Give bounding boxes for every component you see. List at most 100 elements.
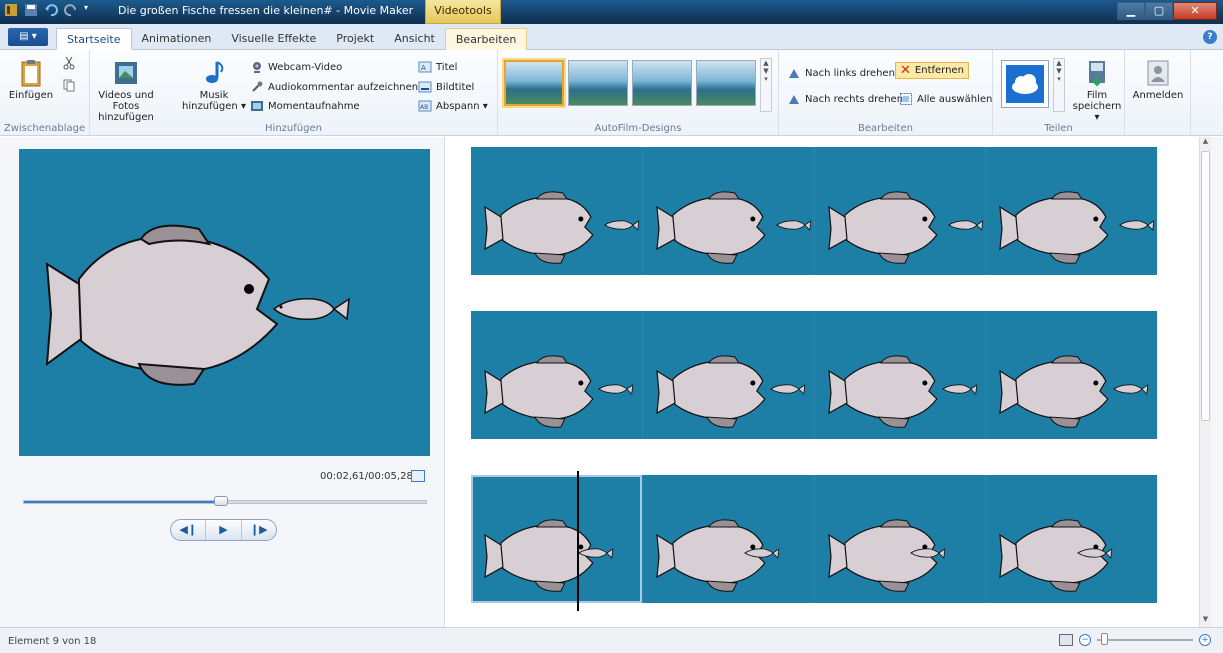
clip-frame-thumbnail[interactable]: [642, 311, 815, 439]
add-music-button[interactable]: Musik hinzufügen ▾: [182, 58, 246, 112]
clip-frame-thumbnail[interactable]: [986, 147, 1157, 275]
previous-frame-button[interactable]: ◀❙: [171, 520, 207, 540]
tab-visuelle-effekte[interactable]: Visuelle Effekte: [221, 28, 326, 50]
group-label-themes: AutoFilm-Designs: [594, 123, 682, 134]
ribbon: Einfügen Zwischenablage Videos und Fotos…: [0, 50, 1223, 136]
clip-strip[interactable]: [471, 311, 1157, 439]
cloud-icon: [1006, 65, 1044, 103]
theme-thumbnail[interactable]: [504, 60, 564, 106]
zoom-thumb[interactable]: [1101, 633, 1108, 645]
clip-frame-thumbnail[interactable]: [642, 475, 815, 603]
workspace: 00:02,61/00:05,28 ◀❙ ▶ ❙▶ ▲ ▼: [0, 137, 1223, 627]
clip-frame-thumbnail[interactable]: [986, 475, 1157, 603]
clip-frame-thumbnail[interactable]: [986, 311, 1157, 439]
theme-thumbnail[interactable]: [568, 60, 628, 106]
copy-icon[interactable]: [62, 78, 76, 92]
thumbnail-size-icon[interactable]: [1059, 634, 1073, 646]
remove-button[interactable]: ✕ Entfernen: [895, 62, 969, 79]
group-automovie-themes: ▲ ▼ ▾ AutoFilm-Designs: [498, 50, 779, 136]
preview-frame-image: [19, 149, 430, 456]
tab-ansicht[interactable]: Ansicht: [384, 28, 445, 50]
play-button[interactable]: ▶: [206, 520, 242, 540]
film-photo-icon: [111, 58, 141, 88]
playhead[interactable]: [577, 471, 579, 611]
vertical-scrollbar[interactable]: ▲ ▼: [1199, 137, 1211, 627]
maximize-button[interactable]: ▢: [1145, 2, 1173, 20]
scroll-down-icon[interactable]: ▼: [1200, 615, 1211, 627]
zoom-out-button[interactable]: −: [1079, 634, 1091, 646]
help-icon[interactable]: ?: [1203, 30, 1217, 44]
zoom-slider[interactable]: [1097, 633, 1193, 645]
video-preview[interactable]: [19, 149, 430, 456]
rotate-left-button[interactable]: Nach links drehen: [787, 66, 895, 80]
scroll-thumb[interactable]: [1201, 151, 1210, 421]
share-gallery-scroll[interactable]: ▲ ▼ ▾: [1053, 58, 1065, 112]
clipboard-icon: [16, 58, 46, 88]
app-icon[interactable]: [4, 3, 18, 17]
save-movie-button[interactable]: Film speichern ▾: [1071, 58, 1123, 123]
timecode: 00:02,61/00:05,28: [320, 471, 413, 482]
film-save-icon: [1082, 58, 1112, 88]
clip-frame-thumbnail[interactable]: [814, 475, 987, 603]
clip-frame-thumbnail[interactable]: [814, 147, 987, 275]
title-bar: ▾ Die großen Fische fressen die kleinen#…: [0, 0, 1223, 24]
select-all-button[interactable]: Alle auswählen: [899, 92, 992, 106]
credits-icon: AB: [418, 100, 432, 112]
credits-button[interactable]: AB Abspann ▾: [418, 99, 488, 113]
tab-bearbeiten[interactable]: Bearbeiten: [444, 28, 528, 50]
paste-button[interactable]: Einfügen: [8, 58, 54, 101]
playback-controls: ◀❙ ▶ ❙▶: [170, 519, 277, 541]
redo-icon[interactable]: [64, 3, 78, 17]
caption-button[interactable]: Bildtitel: [418, 80, 474, 94]
group-add: Videos und Fotos hinzufügen Musik hinzuf…: [90, 50, 498, 136]
status-bar: Element 9 von 18 − +: [0, 627, 1223, 653]
undo-icon[interactable]: [44, 3, 58, 17]
rotate-right-icon: [789, 95, 799, 104]
music-note-icon: [199, 58, 229, 88]
fullscreen-icon[interactable]: [411, 470, 425, 482]
theme-thumbnail[interactable]: [696, 60, 756, 106]
clip-frame-thumbnail[interactable]: [471, 311, 643, 439]
title-icon: A: [418, 61, 432, 73]
seek-thumb[interactable]: [213, 496, 228, 506]
clip-frame-thumbnail[interactable]: [471, 147, 643, 275]
snapshot-button[interactable]: Momentaufnahme: [250, 99, 360, 113]
rotate-right-button[interactable]: Nach rechts drehen: [787, 92, 903, 106]
zoom-in-button[interactable]: +: [1199, 634, 1211, 646]
add-videos-photos-button[interactable]: Videos und Fotos hinzufügen: [94, 58, 158, 123]
close-button[interactable]: ✕: [1173, 2, 1217, 20]
onedrive-share-button[interactable]: [1001, 60, 1049, 108]
customize-qat-icon[interactable]: ▾: [84, 3, 92, 17]
clip-frame-thumbnail[interactable]: [642, 147, 815, 275]
tab-animationen[interactable]: Animationen: [132, 28, 222, 50]
group-share: ▲ ▼ ▾ Film speichern ▾ Teilen: [993, 50, 1125, 136]
clip-frame-thumbnail[interactable]: [814, 311, 987, 439]
remove-icon: ✕: [900, 63, 911, 78]
file-menu-button[interactable]: ▤ ▾: [8, 28, 48, 46]
svg-text:A: A: [421, 64, 426, 72]
tab-startseite[interactable]: Startseite: [56, 28, 132, 50]
webcam-icon: [253, 62, 261, 73]
gallery-scroll[interactable]: ▲ ▼ ▾: [760, 58, 772, 112]
user-icon: [1143, 58, 1173, 88]
snapshot-icon: [251, 101, 263, 111]
seek-progress: [24, 501, 222, 503]
tab-projekt[interactable]: Projekt: [326, 28, 384, 50]
ribbon-tabs: ▤ ▾ Startseite Animationen Visuelle Effe…: [0, 24, 1223, 50]
group-label-clipboard: Zwischenablage: [3, 123, 86, 134]
storyboard[interactable]: ▲ ▼: [445, 137, 1211, 627]
group-signin: Anmelden: [1125, 50, 1191, 136]
record-narration-button[interactable]: Audiokommentar aufzeichnen ▾: [250, 80, 426, 94]
scroll-up-icon[interactable]: ▲: [1200, 137, 1211, 149]
theme-thumbnail[interactable]: [632, 60, 692, 106]
sign-in-button[interactable]: Anmelden: [1131, 58, 1185, 101]
cut-icon[interactable]: [62, 56, 76, 70]
minimize-button[interactable]: ▁: [1117, 2, 1145, 20]
context-tab-videotools: Videotools: [425, 0, 501, 24]
next-frame-button[interactable]: ❙▶: [242, 520, 276, 540]
svg-text:AB: AB: [420, 104, 428, 111]
webcam-video-button[interactable]: Webcam-Video: [250, 60, 342, 74]
title-button[interactable]: A Titel: [418, 60, 457, 74]
clip-strip[interactable]: [471, 147, 1157, 275]
save-icon[interactable]: [24, 3, 38, 17]
